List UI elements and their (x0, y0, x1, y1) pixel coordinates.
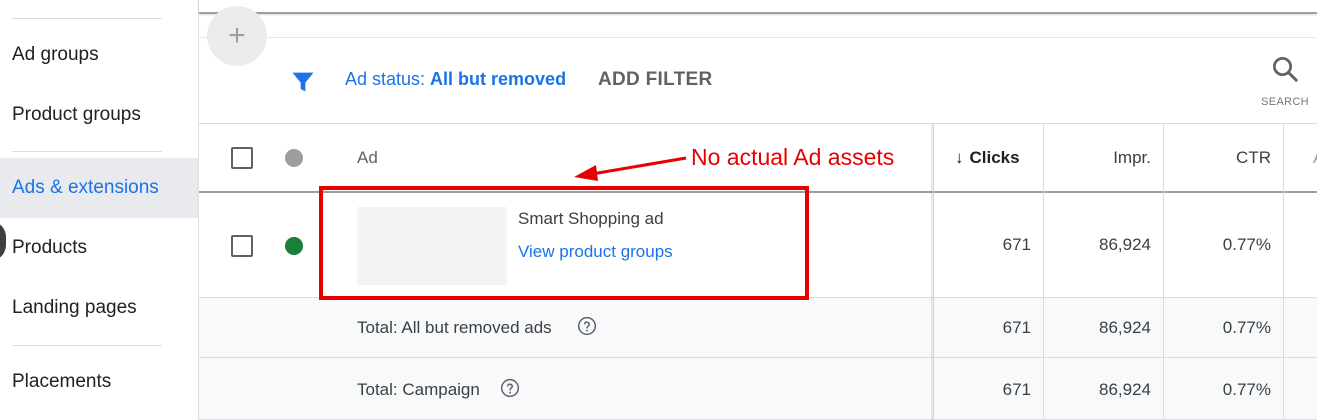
sidebar-item-label: Ads & extensions (12, 177, 159, 198)
search-icon (1273, 57, 1298, 82)
column-divider (1163, 298, 1164, 358)
column-divider (1283, 193, 1284, 298)
filter-value: All but removed (430, 69, 567, 89)
sidebar: Ad groups Product groups Ads & extension… (0, 0, 198, 420)
sidebar-divider (12, 18, 162, 19)
filter-icon[interactable] (289, 68, 317, 96)
annotation-highlight-box (319, 186, 809, 300)
column-header-impr[interactable]: Impr. (1069, 148, 1151, 168)
sort-arrow-icon: ↓ (955, 148, 964, 167)
cell-ctr: 0.77% (1222, 318, 1271, 337)
add-button[interactable]: + (207, 6, 267, 66)
sidebar-item-product-groups[interactable]: Product groups (0, 85, 198, 145)
sidebar-divider (12, 345, 162, 346)
sidebar-item-label: Ad groups (12, 44, 99, 65)
column-header-clicks[interactable]: ↓ Clicks (955, 148, 1031, 168)
column-divider (1043, 124, 1044, 193)
column-divider (1163, 193, 1164, 298)
cell-clicks: 671 (1002, 318, 1031, 337)
column-divider (1163, 358, 1164, 420)
annotation-text: No actual Ad assets (691, 144, 895, 170)
help-icon[interactable] (500, 378, 520, 398)
sidebar-item-label: Product groups (12, 104, 141, 125)
ad-status-filter-chip[interactable]: Ad status: All but removed (345, 69, 566, 90)
top-divider (199, 0, 1317, 14)
status-enabled-dot (285, 237, 303, 255)
cell-impr: 86,924 (1099, 235, 1151, 254)
sidebar-item-label: Placements (12, 371, 112, 392)
column-header-clicks-label: Clicks (969, 148, 1020, 167)
filter-label: Ad status: (345, 69, 431, 89)
total-label: Total: Campaign (357, 380, 480, 399)
cell-ctr: 0.77% (1222, 380, 1271, 399)
sidebar-item-placements[interactable]: Placements (0, 352, 198, 412)
cell-impr: 86,924 (1099, 380, 1151, 399)
status-column-dot (285, 149, 303, 167)
annotation-arrow-icon (574, 156, 687, 181)
search-label: SEARCH (1261, 96, 1309, 108)
column-divider (1043, 298, 1044, 358)
column-header-ctr[interactable]: CTR (1189, 148, 1271, 168)
select-all-checkbox[interactable] (231, 147, 253, 169)
total-label: Total: All but removed ads (357, 318, 552, 337)
sidebar-item-label: Products (12, 237, 87, 258)
column-divider (1283, 124, 1284, 193)
frozen-column-shadow (931, 124, 935, 420)
column-divider (1043, 193, 1044, 298)
sidebar-item-landing-pages[interactable]: Landing pages (0, 278, 198, 338)
help-icon[interactable] (577, 316, 597, 336)
cell-clicks: 671 (1002, 380, 1031, 399)
column-divider (1043, 358, 1044, 420)
column-header-partial[interactable]: A (1313, 148, 1317, 168)
column-divider (1283, 298, 1284, 358)
search-button[interactable]: SEARCH (1257, 54, 1313, 112)
row-checkbox[interactable] (231, 235, 253, 257)
filter-bar: Ad status: All but removed ADD FILTER SE… (199, 38, 1317, 124)
sidebar-item-ad-groups[interactable]: Ad groups (0, 25, 198, 85)
cell-impr: 86,924 (1099, 318, 1151, 337)
sidebar-item-products[interactable]: Products (0, 218, 198, 278)
cell-clicks: 671 (1002, 235, 1031, 254)
column-header-ad[interactable]: Ad (357, 148, 378, 168)
table-total-row: Total: Campaign 671 86,924 0.77% (199, 358, 1317, 420)
sidebar-divider (12, 151, 162, 152)
add-filter-button[interactable]: ADD FILTER (598, 69, 713, 91)
plus-icon: + (228, 19, 246, 52)
table-total-row: Total: All but removed ads 671 86,924 0.… (199, 298, 1317, 358)
sidebar-item-label: Landing pages (12, 297, 137, 318)
column-divider (1163, 124, 1164, 193)
sidebar-item-ads-extensions[interactable]: Ads & extensions (0, 158, 198, 218)
column-divider (1283, 358, 1284, 420)
cell-ctr: 0.77% (1222, 235, 1271, 254)
top-strip (199, 16, 1317, 38)
